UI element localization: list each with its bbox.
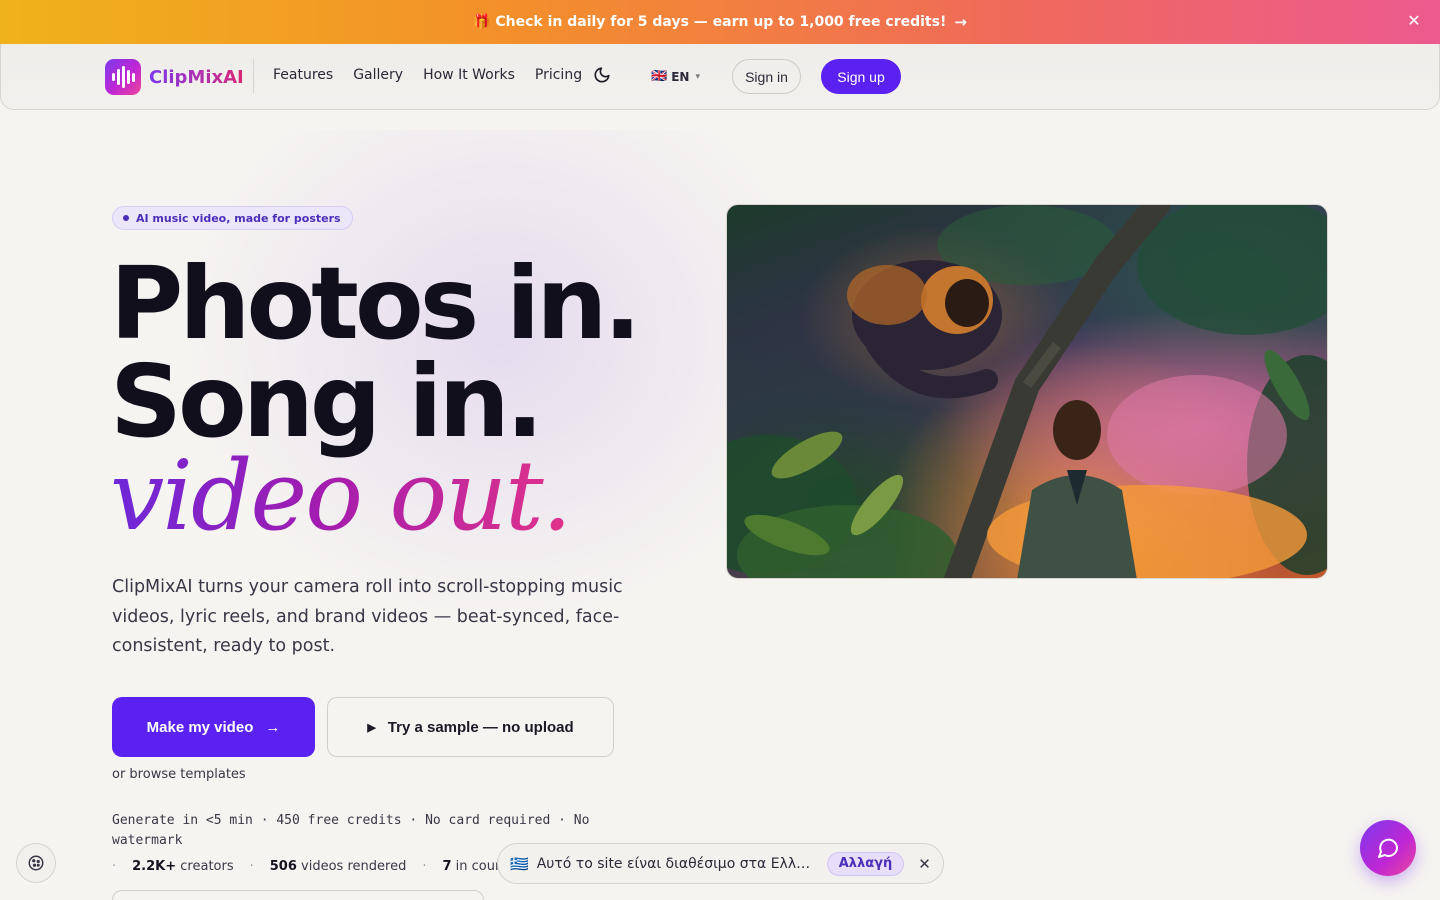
- brand-name: ClipMixAI: [149, 66, 244, 88]
- jungle-scene-illustration: [727, 205, 1327, 578]
- headline-line-3: video out.: [110, 440, 572, 552]
- close-icon[interactable]: ✕: [1404, 11, 1424, 31]
- cookie-settings-icon[interactable]: [16, 843, 56, 883]
- flag-greece-icon: 🇬🇷: [510, 854, 529, 873]
- hero-extra-pill: [112, 890, 484, 900]
- badge-text: AI music video, made for posters: [136, 211, 341, 225]
- announcement-text[interactable]: 🎁 Check in daily for 5 days — earn up to…: [473, 14, 946, 30]
- badge-dot-icon: [123, 215, 129, 221]
- stat-creators: 2.2K+ creators: [132, 859, 234, 874]
- switch-language-button[interactable]: Αλλαγή: [826, 851, 905, 876]
- hero-stats: · 2.2K+ creators · 506 videos rendered ·…: [112, 859, 504, 874]
- language-suggestion-text: Αυτό το site είναι διαθέσιμο στα Ελληνικ…: [536, 855, 819, 872]
- chevron-down-icon: ▾: [695, 71, 700, 82]
- hero-badge: AI music video, made for posters: [112, 206, 353, 230]
- close-icon[interactable]: ✕: [918, 855, 931, 873]
- headline-line-2: Song in.: [110, 343, 544, 460]
- chat-bubble-icon: [1378, 838, 1399, 858]
- nav-links: Features Gallery How It Works Pricing: [273, 67, 582, 83]
- hero-description: ClipMixAI turns your camera roll into sc…: [112, 577, 623, 656]
- arrow-right-icon: →: [265, 718, 281, 736]
- browse-templates-link[interactable]: or browse templates: [112, 767, 246, 782]
- moon-icon[interactable]: [593, 66, 611, 89]
- signin-button[interactable]: Sign in: [732, 59, 801, 94]
- make-video-button[interactable]: Make my video →: [112, 697, 315, 757]
- signup-button[interactable]: Sign up: [821, 59, 901, 94]
- language-code: EN: [671, 69, 690, 84]
- nav-divider: [253, 59, 254, 93]
- nav-link-gallery[interactable]: Gallery: [353, 67, 403, 83]
- make-video-label: Make my video: [146, 718, 254, 736]
- arrow-right-icon: →: [954, 13, 967, 31]
- try-sample-label: Try a sample — no upload: [387, 718, 574, 736]
- play-icon: ▶: [367, 721, 376, 734]
- stat-countries: 7 in coun: [442, 859, 504, 874]
- headline-line-1: Photos in.: [110, 245, 641, 362]
- nav-link-how-it-works[interactable]: How It Works: [423, 67, 515, 83]
- language-selector[interactable]: 🇬🇧 EN ▾: [651, 69, 700, 84]
- waveform-icon: [105, 59, 141, 95]
- brand-logo[interactable]: ClipMixAI: [105, 59, 244, 95]
- hero-video-preview[interactable]: [726, 204, 1328, 579]
- nav-link-pricing[interactable]: Pricing: [535, 67, 582, 83]
- nav-link-features[interactable]: Features: [273, 67, 333, 83]
- flag-uk-icon: 🇬🇧: [651, 69, 668, 84]
- announcement-bar[interactable]: 🎁 Check in daily for 5 days — earn up to…: [0, 0, 1440, 44]
- try-sample-button[interactable]: ▶ Try a sample — no upload: [327, 697, 614, 757]
- stat-videos: 506 videos rendered: [269, 859, 407, 874]
- chat-support-button[interactable]: [1360, 820, 1416, 876]
- top-nav: ClipMixAI Features Gallery How It Works …: [0, 44, 1440, 110]
- language-suggestion-toast: 🇬🇷 Αυτό το site είναι διαθέσιμο στα Ελλη…: [497, 843, 944, 884]
